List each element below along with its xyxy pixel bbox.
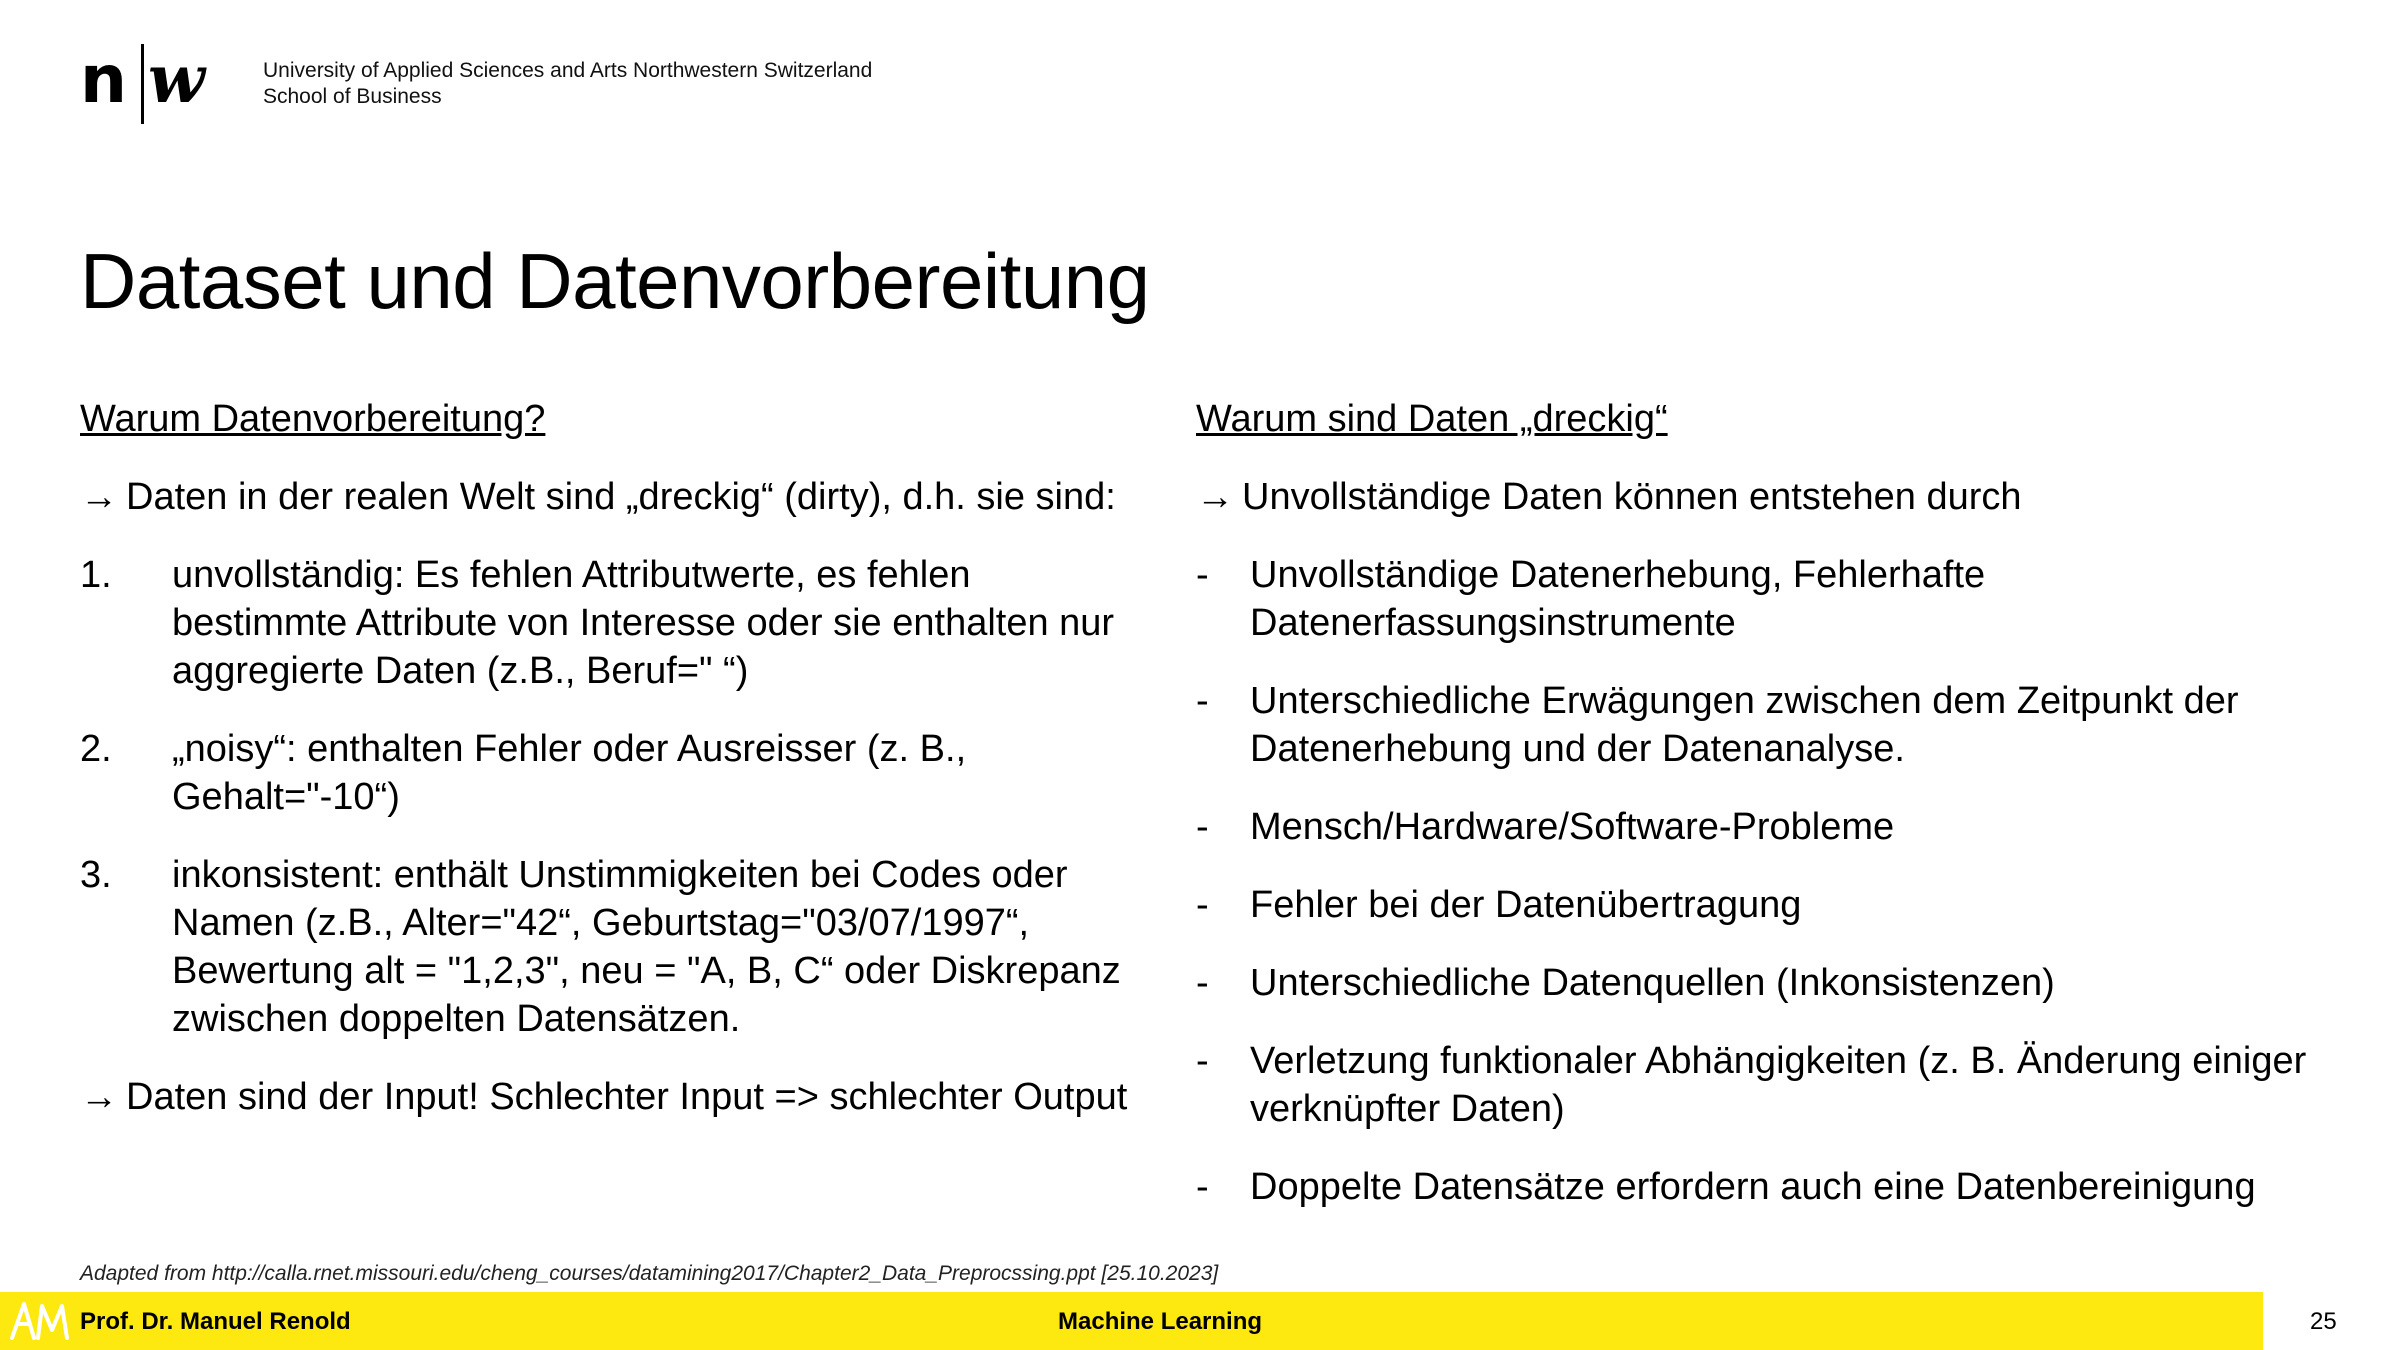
list-item-text: Mensch/Hardware/Software-Probleme [1250,806,1895,848]
list-item: 1. unvollständig: Es fehlen Attributwert… [80,551,1140,695]
list-bullet: - [1196,1166,1209,1208]
logo-letter-w: w [148,40,207,118]
list-item: - Unterschiedliche Datenquellen (Inkonsi… [1196,959,2356,1007]
list-item: - Mensch/Hardware/Software-Probleme [1196,803,2356,851]
list-item: - Fehler bei der Datenübertragung [1196,881,2356,929]
list-bullet: - [1196,680,1209,722]
list-number: 2. [80,728,112,770]
fhnw-logo: n w [80,40,207,124]
page-title: Dataset und Datenvorbereitung [80,237,1150,325]
footer-author: Prof. Dr. Manuel Renold [80,1308,351,1335]
left-intro: → Daten in der realen Welt sind „dreckig“… [80,473,1140,521]
list-item: - Verletzung funktionaler Abhängigkeiten… [1196,1037,2356,1133]
institution-line-2: School of Business [263,85,442,108]
page-number: 25 [2310,1308,2337,1335]
list-item: - Unvollständige Datenerhebung, Fehlerha… [1196,551,2356,647]
list-item-text: Unterschiedliche Erwägungen zwischen dem… [1250,680,2239,770]
right-heading: Warum sind Daten „dreckig“ [1196,398,1668,440]
list-item: 2. „noisy“: enthalten Fehler oder Ausrei… [80,725,1140,821]
right-intro: → Unvollständige Daten können entstehen d… [1196,473,2356,521]
list-item-text: inkonsistent: enthält Unstimmigkeiten be… [172,854,1121,1040]
left-column: Warum Datenvorbereitung? → Daten in der r… [80,395,1140,1151]
list-item: 3. inkonsistent: enthält Unstimmigkeiten… [80,851,1140,1043]
list-item-text: unvollständig: Es fehlen Attributwerte, … [172,554,1115,692]
institution-name: University of Applied Sciences and Arts … [263,58,872,110]
right-intro-text: Unvollständige Daten können entstehen du… [1242,476,2022,518]
list-item: - Unterschiedliche Erwägungen zwischen d… [1196,677,2356,773]
list-item-text: Verletzung funktionaler Abhängigkeiten (… [1250,1040,2307,1130]
left-conclusion-text: Daten sind der Input! Schlechter Input =… [126,1076,1128,1118]
list-bullet: - [1196,962,1209,1004]
footer-course: Machine Learning [1058,1308,1263,1335]
source-citation: Adapted from http://calla.rnet.missouri.… [80,1262,1219,1285]
right-column: Warum sind Daten „dreckig“ → Unvollständi… [1196,395,2356,1241]
arrow-right-icon: → [1196,476,1234,518]
logo-letter-n: n [80,41,127,118]
list-item: - Doppelte Datensätze erfordern auch ein… [1196,1163,2356,1211]
list-bullet: - [1196,884,1209,926]
left-heading: Warum Datenvorbereitung? [80,398,546,440]
list-item-text: Fehler bei der Datenübertragung [1250,884,1802,926]
list-item-text: Doppelte Datensätze erfordern auch eine … [1250,1166,2256,1208]
list-item-text: Unvollständige Datenerhebung, Fehlerhaft… [1250,554,1986,644]
left-intro-text: Daten in der realen Welt sind „dreckig“ … [126,476,1116,518]
author-monogram-icon [10,1302,69,1340]
list-number: 1. [80,554,112,596]
arrow-right-icon: → [80,476,118,518]
institution-line-1: University of Applied Sciences and Arts … [263,59,873,82]
list-number: 3. [80,854,112,896]
list-item-text: Unterschiedliche Datenquellen (Inkonsist… [1250,962,2055,1004]
list-bullet: - [1196,806,1209,848]
list-bullet: - [1196,554,1209,596]
left-conclusion: → Daten sind der Input! Schlechter Input … [80,1073,1140,1121]
logo-divider [141,44,144,124]
list-item-text: „noisy“: enthalten Fehler oder Ausreisse… [172,728,967,818]
arrow-right-icon: → [80,1076,118,1118]
list-bullet: - [1196,1040,1209,1082]
